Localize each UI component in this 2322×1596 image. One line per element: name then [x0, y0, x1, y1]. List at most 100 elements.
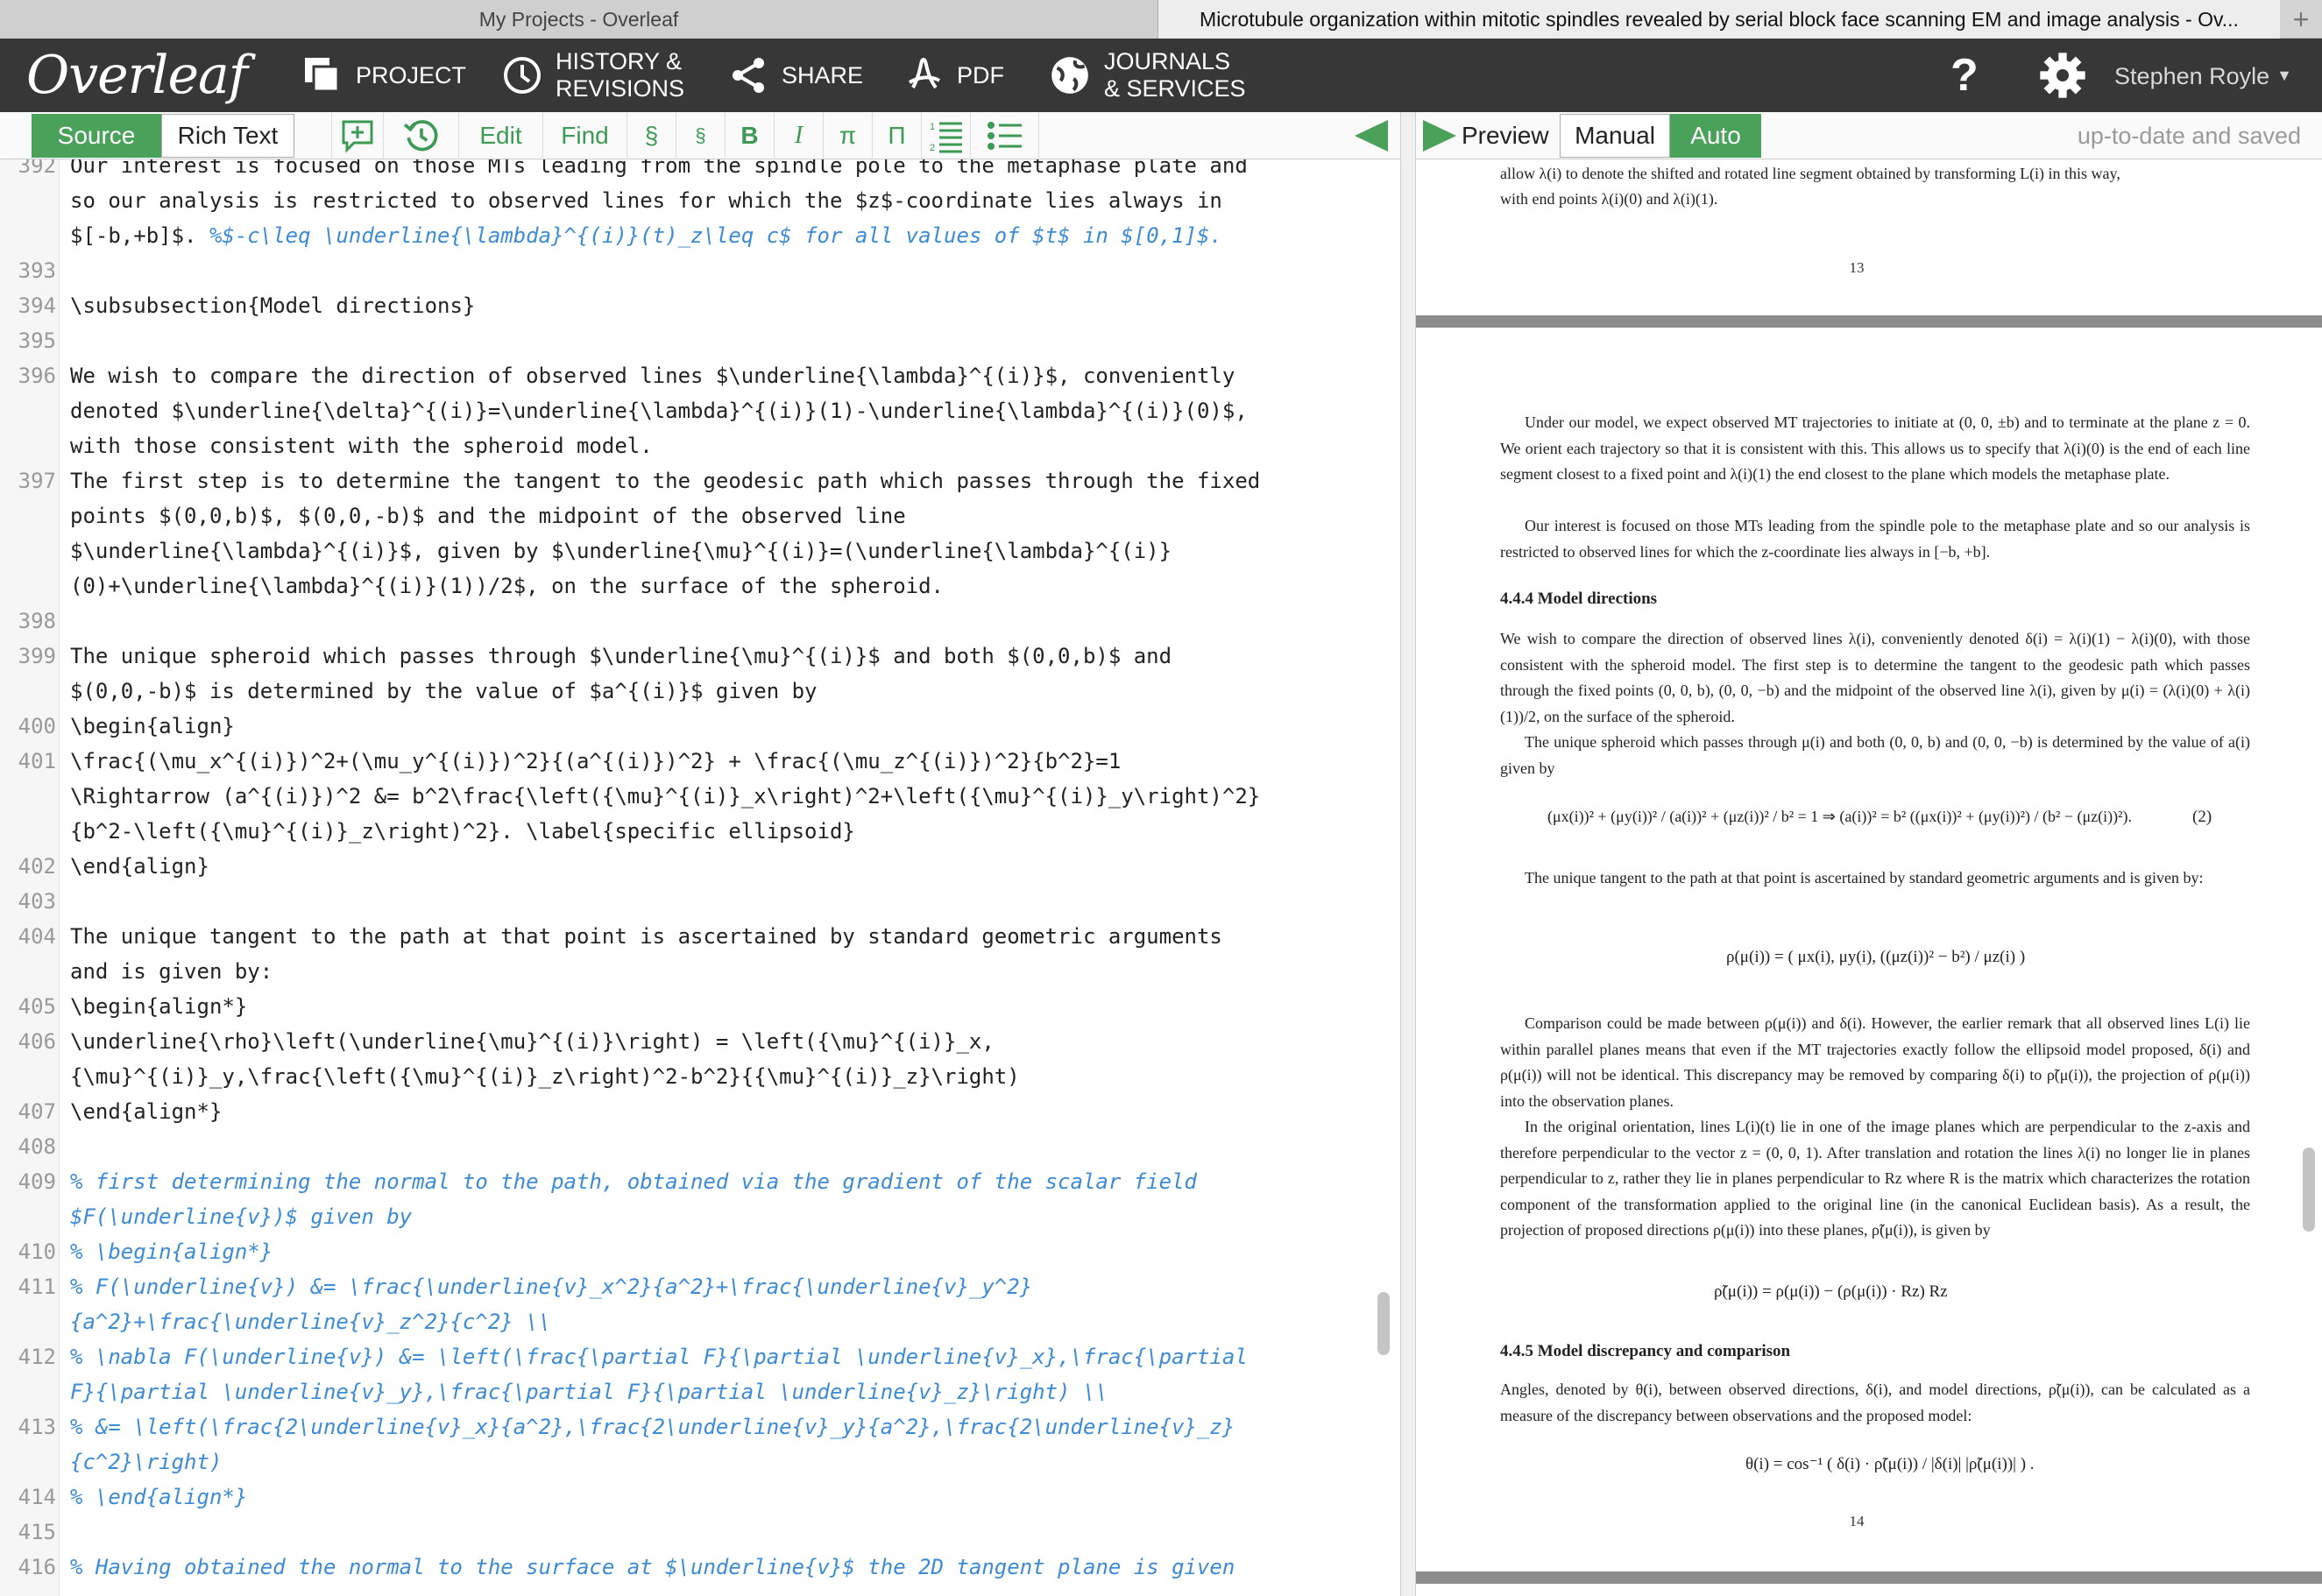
code-line[interactable]: The unique tangent to the path at that p… [70, 919, 1384, 954]
code-line[interactable]: denoted $\underline{\delta}^{(i)}=\under… [70, 393, 1384, 428]
help-button[interactable]: ? [1950, 39, 1979, 112]
code-comment: F}{\partial \underline{v}_y},\frac{\part… [70, 1380, 1108, 1404]
pdf-paragraph-6: Comparison could be made between ρ(μ(i))… [1500, 1014, 2250, 1110]
code-line[interactable]: {\mu}^{(i)}_y,\frac{\left({\mu}^{(i)}_z\… [70, 1059, 1384, 1094]
bullet-list-button[interactable] [971, 112, 1039, 159]
share-button[interactable]: SHARE [727, 39, 863, 112]
edit-menu-button[interactable]: Edit [459, 112, 543, 159]
preview-scrollbar[interactable] [2303, 1148, 2315, 1232]
line-number: 410 [18, 1239, 56, 1264]
history-revisions-button[interactable]: HISTORY & REVISIONS [501, 39, 684, 112]
browser-tab-active-project[interactable]: Microtubule organization within mitotic … [1158, 0, 2280, 39]
code-line[interactable]: % \nabla F(\underline{v}) &= \left(\frac… [70, 1339, 1384, 1374]
inline-math-button[interactable]: π [824, 112, 873, 159]
top-navigation-bar: Overleaf PROJECT HISTORY & REVISIONS SHAR… [0, 39, 2322, 112]
subsection-button[interactable]: § [676, 112, 726, 159]
code-line[interactable]: $[-b,+b]$. %$-c\leq \underline{\lambda}^… [70, 218, 1384, 253]
source-editor[interactable]: 392 393 394 395 396 397 398 399 400 401 402 403 404 4… [0, 159, 1384, 1596]
find-button[interactable]: Find [543, 112, 627, 159]
journals-label-line1: JOURNALS [1104, 48, 1231, 74]
code-line[interactable]: \end{align} [70, 849, 1384, 884]
numbered-list-button[interactable]: 12 [922, 112, 971, 159]
code-line[interactable]: % \end{align*} [70, 1479, 1384, 1515]
pdf-paragraph-8: Angles, denoted by θ(i), between observe… [1500, 1381, 2250, 1424]
rich-text-mode-button[interactable]: Rich Text [161, 114, 294, 158]
recompile-arrow-icon[interactable] [1423, 120, 1456, 152]
code-line[interactable]: and is given by: [70, 954, 1384, 989]
code-line[interactable]: with those consistent with the spheroid … [70, 428, 1384, 463]
code-line[interactable]: \Rightarrow (a^{(i)})^2 &= b^2\frac{\lef… [70, 779, 1384, 814]
journals-services-button[interactable]: JOURNALS & SERVICES [1048, 39, 1246, 112]
preview-toolbar: Preview Manual Auto up-to-date and saved [1416, 112, 2322, 159]
code-line[interactable]: $(0,0,-b)$ is determined by the value of… [70, 674, 1384, 709]
code-line[interactable]: Our interest is focused on those MTs lea… [70, 159, 1384, 183]
line-number: 396 [18, 364, 56, 388]
journals-label-line2: & SERVICES [1104, 75, 1246, 102]
pane-divider[interactable] [1400, 112, 1416, 1596]
code-text: $(0,0,-b)$ is determined by the value of… [70, 679, 818, 703]
code-line[interactable]: The first step is to determine the tange… [70, 463, 1384, 498]
code-line[interactable]: \begin{align*} [70, 989, 1384, 1024]
code-text: The unique tangent to the path at that p… [70, 924, 1222, 949]
pdf-text-top-2: with end points λ(i)(0) and λ(i)(1). [1500, 190, 1718, 208]
browser-tab-bar: My Projects - Overleaf Microtubule organ… [0, 0, 2322, 39]
collapse-editor-arrow-icon[interactable] [1355, 120, 1388, 152]
code-line[interactable]: $F(\underline{v})$ given by [70, 1199, 1384, 1234]
code-comment: % \begin{align*} [70, 1239, 273, 1264]
manual-compile-button[interactable]: Manual [1560, 114, 1670, 158]
code-line[interactable]: % Having obtained the normal to the surf… [70, 1550, 1384, 1585]
section-button[interactable]: § [627, 112, 676, 159]
line-number: 413 [18, 1415, 56, 1439]
preview-button[interactable]: Preview [1462, 112, 1549, 159]
code-line[interactable]: \begin{align} [70, 709, 1384, 744]
browser-tab-my-projects[interactable]: My Projects - Overleaf [0, 0, 1158, 39]
editor-toolbar: Source Rich Text Edit Find § § B I π Π 1… [0, 112, 1400, 159]
source-mode-button[interactable]: Source [32, 114, 161, 158]
code-text: The unique spheroid which passes through… [70, 644, 1172, 668]
code-text: \begin{align*} [70, 994, 248, 1019]
code-line[interactable]: The unique spheroid which passes through… [70, 639, 1384, 674]
code-text: \subsubsection{Model directions} [70, 293, 476, 318]
page-number-13: 13 [1849, 259, 1865, 276]
pdf-download-button[interactable]: PDF [903, 39, 1004, 112]
code-line[interactable]: \frac{(\mu_x^{(i)})^2+(\mu_y^{(i)})^2}{(… [70, 744, 1384, 779]
italic-button[interactable]: I [775, 112, 824, 159]
code-line[interactable]: points $(0,0,b)$, $(0,0,-b)$ and the mid… [70, 498, 1384, 533]
code-line[interactable]: $\underline{\lambda}^{(i)}$, given by $\… [70, 533, 1384, 568]
display-math-button[interactable]: Π [873, 112, 922, 159]
pdf-preview[interactable]: allow λ(i) to denote the shifted and rot… [1416, 159, 2322, 1596]
code-text: with those consistent with the spheroid … [70, 434, 653, 458]
bold-button[interactable]: B [726, 112, 775, 159]
code-line[interactable]: % F(\underline{v}) &= \frac{\underline{v… [70, 1269, 1384, 1304]
settings-button[interactable] [2038, 39, 2099, 112]
add-comment-button[interactable] [331, 112, 384, 159]
code-line[interactable]: % \begin{align*} [70, 1234, 1384, 1269]
code-line[interactable]: so our analysis is restricted to observe… [70, 183, 1384, 218]
code-line[interactable]: \subsubsection{Model directions} [70, 288, 1384, 323]
code-line[interactable]: F}{\partial \underline{v}_y},\frac{\part… [70, 1374, 1384, 1409]
code-line[interactable]: \end{align*} [70, 1094, 1384, 1129]
bullet-list-icon [987, 122, 1022, 150]
code-line[interactable]: % &= \left(\frac{2\underline{v}_x}{a^2},… [70, 1409, 1384, 1444]
code-line[interactable]: We wish to compare the direction of obse… [70, 358, 1384, 393]
code-line[interactable]: \underline{\rho}\left(\underline{\mu}^{(… [70, 1024, 1384, 1059]
line-number: 411 [18, 1275, 56, 1299]
code-line[interactable]: {c^2}\right) [70, 1444, 1384, 1479]
pdf-equation-number: (2) [2192, 808, 2212, 826]
project-menu-button[interactable]: PROJECT [301, 39, 466, 112]
code-line[interactable]: (0)+\underline{\lambda}^{(i)}(1))/2$, on… [70, 568, 1384, 604]
code-text: {b^2-\left({\mu}^{(i)}_z\right)^2}. \lab… [70, 819, 855, 844]
pdf-label: PDF [957, 61, 1004, 88]
track-history-button[interactable] [384, 112, 459, 159]
overleaf-logo[interactable]: Overleaf [26, 47, 248, 103]
history-label: HISTORY & REVISIONS [556, 48, 684, 102]
new-tab-button[interactable]: + [2280, 0, 2322, 39]
code-line[interactable]: {b^2-\left({\mu}^{(i)}_z\right)^2}. \lab… [70, 814, 1384, 849]
code-text: (0)+\underline{\lambda}^{(i)}(1))/2$, on… [70, 574, 944, 598]
pdf-heading-4-4-5: 4.4.5 Model discrepancy and comparison [1500, 1342, 1791, 1360]
auto-compile-button[interactable]: Auto [1670, 114, 1761, 158]
editor-scrollbar[interactable] [1377, 1292, 1390, 1355]
user-menu[interactable]: Stephen Royle ▼ [2114, 39, 2292, 112]
code-line[interactable]: {a^2}+\frac{\underline{v}_z^2}{c^2} \\ [70, 1304, 1384, 1339]
code-line[interactable]: % first determining the normal to the pa… [70, 1164, 1384, 1199]
